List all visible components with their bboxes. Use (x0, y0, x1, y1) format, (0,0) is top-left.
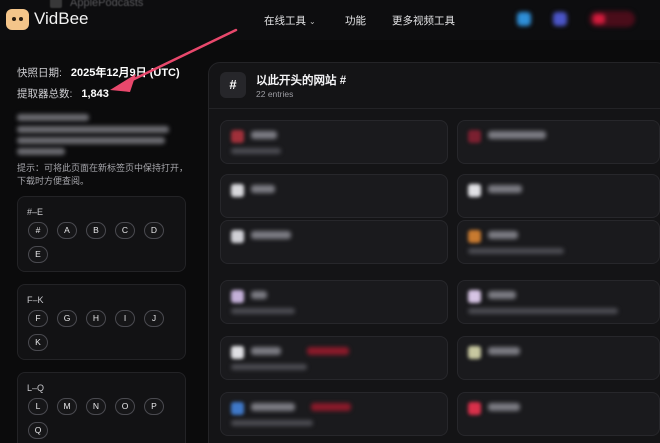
site-card[interactable] (220, 336, 448, 380)
extractor-count: 提取器总数: 1,843 (17, 86, 109, 101)
site-card[interactable] (220, 280, 448, 324)
site-icon (468, 184, 481, 197)
site-icon (231, 402, 244, 415)
brand-name[interactable]: VidBee (34, 9, 89, 29)
letter-chip[interactable]: I (115, 310, 135, 327)
letter-chip[interactable]: B (86, 222, 106, 239)
extractor-count-label: 提取器总数: (17, 88, 73, 100)
top-bar: ApplePodcasts VidBee 在线工具 ⌄ 功能 更多视频工具 (0, 0, 660, 40)
site-card[interactable] (220, 392, 448, 436)
letter-chip[interactable]: Q (28, 422, 48, 439)
extractor-count-value: 1,843 (81, 88, 109, 100)
vidbee-logo-icon[interactable] (6, 9, 29, 30)
letter-chip[interactable]: C (115, 222, 135, 239)
letter-chip[interactable]: H (86, 310, 106, 327)
language-selector[interactable] (589, 11, 635, 27)
letter-chip[interactable]: D (144, 222, 164, 239)
site-card[interactable] (457, 174, 660, 218)
letter-chip[interactable]: L (28, 398, 48, 415)
tip-text: 提示：可将此页面在新标签页中保持打开，下载时方便查阅。 (17, 163, 189, 186)
site-icon (231, 290, 244, 303)
snapshot-date-label: 快照日期: (17, 67, 62, 79)
site-icon (231, 184, 244, 197)
site-icon (468, 346, 481, 359)
blurred-text (17, 148, 65, 155)
letter-chip[interactable]: O (115, 398, 135, 415)
site-card[interactable] (457, 120, 660, 164)
letter-chip[interactable]: N (86, 398, 106, 415)
hash-badge: # (220, 72, 246, 98)
site-icon (468, 130, 481, 143)
snapshot-date-value: 2025年12月9日 (UTC) (70, 67, 180, 79)
site-card[interactable] (220, 174, 448, 218)
nav-more-video-tools[interactable]: 更多视频工具 (392, 13, 455, 28)
letter-chip[interactable]: J (144, 310, 164, 327)
letter-chip[interactable]: P (144, 398, 164, 415)
panel-divider (208, 108, 660, 109)
site-card[interactable] (457, 336, 660, 380)
blurred-text (17, 114, 89, 121)
letter-chip[interactable]: # (28, 222, 48, 239)
blurred-text (17, 126, 169, 133)
letter-group-title: L–Q (27, 383, 45, 393)
letter-chip[interactable]: K (28, 334, 48, 351)
chevron-down-icon: ⌄ (309, 17, 316, 26)
nav-online-tools-label: 在线工具 (264, 15, 306, 27)
ghost-tab-label: ApplePodcasts (70, 0, 144, 9)
site-icon (231, 346, 244, 359)
letter-group: #–E # A B C D E (17, 196, 186, 272)
letter-chip[interactable]: G (57, 310, 77, 327)
entry-count: 22 entries (256, 89, 294, 99)
snapshot-date: 快照日期: 2025年12月9日 (UTC) (17, 64, 180, 80)
youtube-icon (593, 14, 605, 24)
letter-chip[interactable]: F (28, 310, 48, 327)
letter-group: L–Q L M N O P Q (17, 372, 186, 443)
site-card[interactable] (220, 120, 448, 164)
site-card[interactable] (457, 392, 660, 436)
letter-chip[interactable]: A (57, 222, 77, 239)
site-icon (231, 130, 244, 143)
site-icon (468, 402, 481, 415)
app-icon (50, 0, 62, 8)
letter-group-title: #–E (27, 207, 44, 217)
letter-chip[interactable]: E (28, 246, 48, 263)
nav-features[interactable]: 功能 (345, 13, 366, 28)
site-icon (231, 230, 244, 243)
letter-group-title: F–K (27, 295, 44, 305)
site-card[interactable] (457, 220, 660, 264)
blurred-text (17, 137, 165, 144)
nav-online-tools[interactable]: 在线工具 ⌄ (264, 13, 316, 28)
letter-chip[interactable]: M (57, 398, 77, 415)
panel-title: 以此开头的网站 # (256, 75, 347, 87)
twitter-icon[interactable] (517, 12, 531, 26)
site-icon (468, 290, 481, 303)
site-card[interactable] (220, 220, 448, 264)
site-card[interactable] (457, 280, 660, 324)
site-icon (468, 230, 481, 243)
letter-group: F–K F G H I J K (17, 284, 186, 360)
discord-icon[interactable] (553, 12, 567, 26)
